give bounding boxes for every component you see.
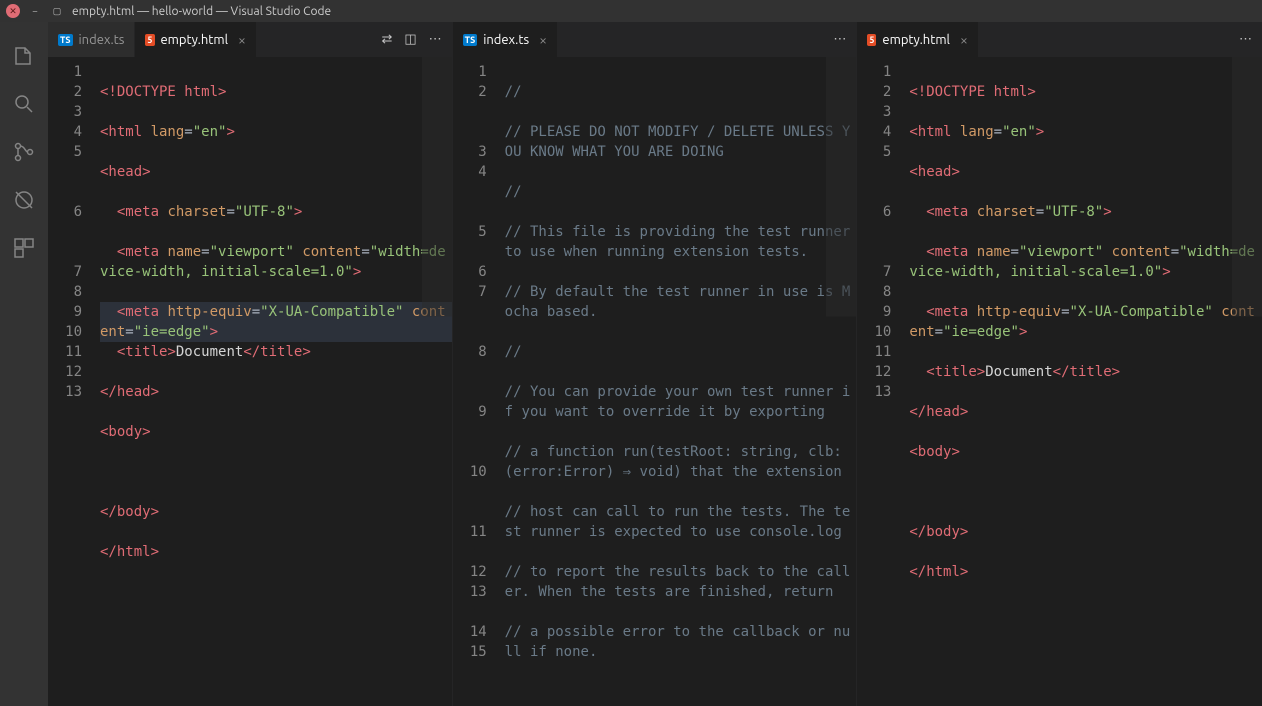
- more-icon[interactable]: ⋯: [1239, 32, 1252, 47]
- window-minimize-icon[interactable]: –: [28, 4, 42, 18]
- tab-bar: TS index.ts × ⋯: [453, 22, 857, 57]
- editor-group-2: TS index.ts × ⋯ 123456789101112131415 //…: [453, 22, 858, 706]
- tab-bar: TS index.ts 5 empty.html × ⇄ ◫ ⋯: [48, 22, 452, 57]
- tab-empty-html[interactable]: 5 empty.html ×: [135, 22, 257, 57]
- close-icon[interactable]: ×: [238, 32, 246, 48]
- html-file-icon: 5: [145, 34, 154, 46]
- source-control-icon[interactable]: [0, 128, 48, 176]
- line-gutter: 12345678910111213: [48, 57, 94, 706]
- code-content[interactable]: <!DOCTYPE html> <html lang="en"> <head> …: [903, 57, 1262, 706]
- search-icon[interactable]: [0, 80, 48, 128]
- editor-pane[interactable]: 12345678910111213 <!DOCTYPE html> <html …: [857, 57, 1262, 706]
- extensions-icon[interactable]: [0, 224, 48, 272]
- typescript-file-icon: TS: [463, 34, 478, 46]
- split-icon[interactable]: ◫: [404, 32, 416, 47]
- tab-label: index.ts: [483, 33, 529, 47]
- debug-icon[interactable]: [0, 176, 48, 224]
- window-maximize-icon[interactable]: ▢: [50, 4, 64, 18]
- window-close-icon[interactable]: ✕: [6, 4, 20, 18]
- tab-label: empty.html: [882, 33, 950, 47]
- tab-label: empty.html: [161, 33, 229, 47]
- tab-index-ts[interactable]: TS index.ts: [48, 22, 135, 57]
- tab-label: index.ts: [79, 33, 125, 47]
- window-title: empty.html — hello-world — Visual Studio…: [72, 5, 331, 18]
- compare-icon[interactable]: ⇄: [381, 32, 392, 47]
- line-gutter: 12345678910111213: [857, 57, 903, 706]
- editor-area: TS index.ts 5 empty.html × ⇄ ◫ ⋯ 1234567…: [48, 22, 1262, 706]
- files-icon[interactable]: [0, 32, 48, 80]
- code-content[interactable]: // // PLEASE DO NOT MODIFY / DELETE UNLE…: [499, 57, 857, 706]
- line-gutter: 123456789101112131415: [453, 57, 499, 706]
- code-content[interactable]: <!DOCTYPE html> <html lang="en"> <head> …: [94, 57, 452, 706]
- activity-bar: [0, 22, 48, 706]
- tab-index-ts[interactable]: TS index.ts ×: [453, 22, 558, 57]
- more-icon[interactable]: ⋯: [429, 32, 442, 47]
- tab-empty-html[interactable]: 5 empty.html ×: [857, 22, 979, 57]
- close-icon[interactable]: ×: [960, 32, 968, 48]
- html-file-icon: 5: [867, 34, 876, 46]
- close-icon[interactable]: ×: [539, 32, 547, 48]
- typescript-file-icon: TS: [58, 34, 73, 46]
- editor-pane[interactable]: 12345678910111213 <!DOCTYPE html> <html …: [48, 57, 452, 706]
- more-icon[interactable]: ⋯: [833, 32, 846, 47]
- editor-group-1: TS index.ts 5 empty.html × ⇄ ◫ ⋯ 1234567…: [48, 22, 453, 706]
- titlebar: ✕ – ▢ empty.html — hello-world — Visual …: [0, 0, 1262, 22]
- editor-pane[interactable]: 123456789101112131415 // // PLEASE DO NO…: [453, 57, 857, 706]
- editor-group-3: 5 empty.html × ⋯ 12345678910111213 <!DOC…: [857, 22, 1262, 706]
- tab-bar: 5 empty.html × ⋯: [857, 22, 1262, 57]
